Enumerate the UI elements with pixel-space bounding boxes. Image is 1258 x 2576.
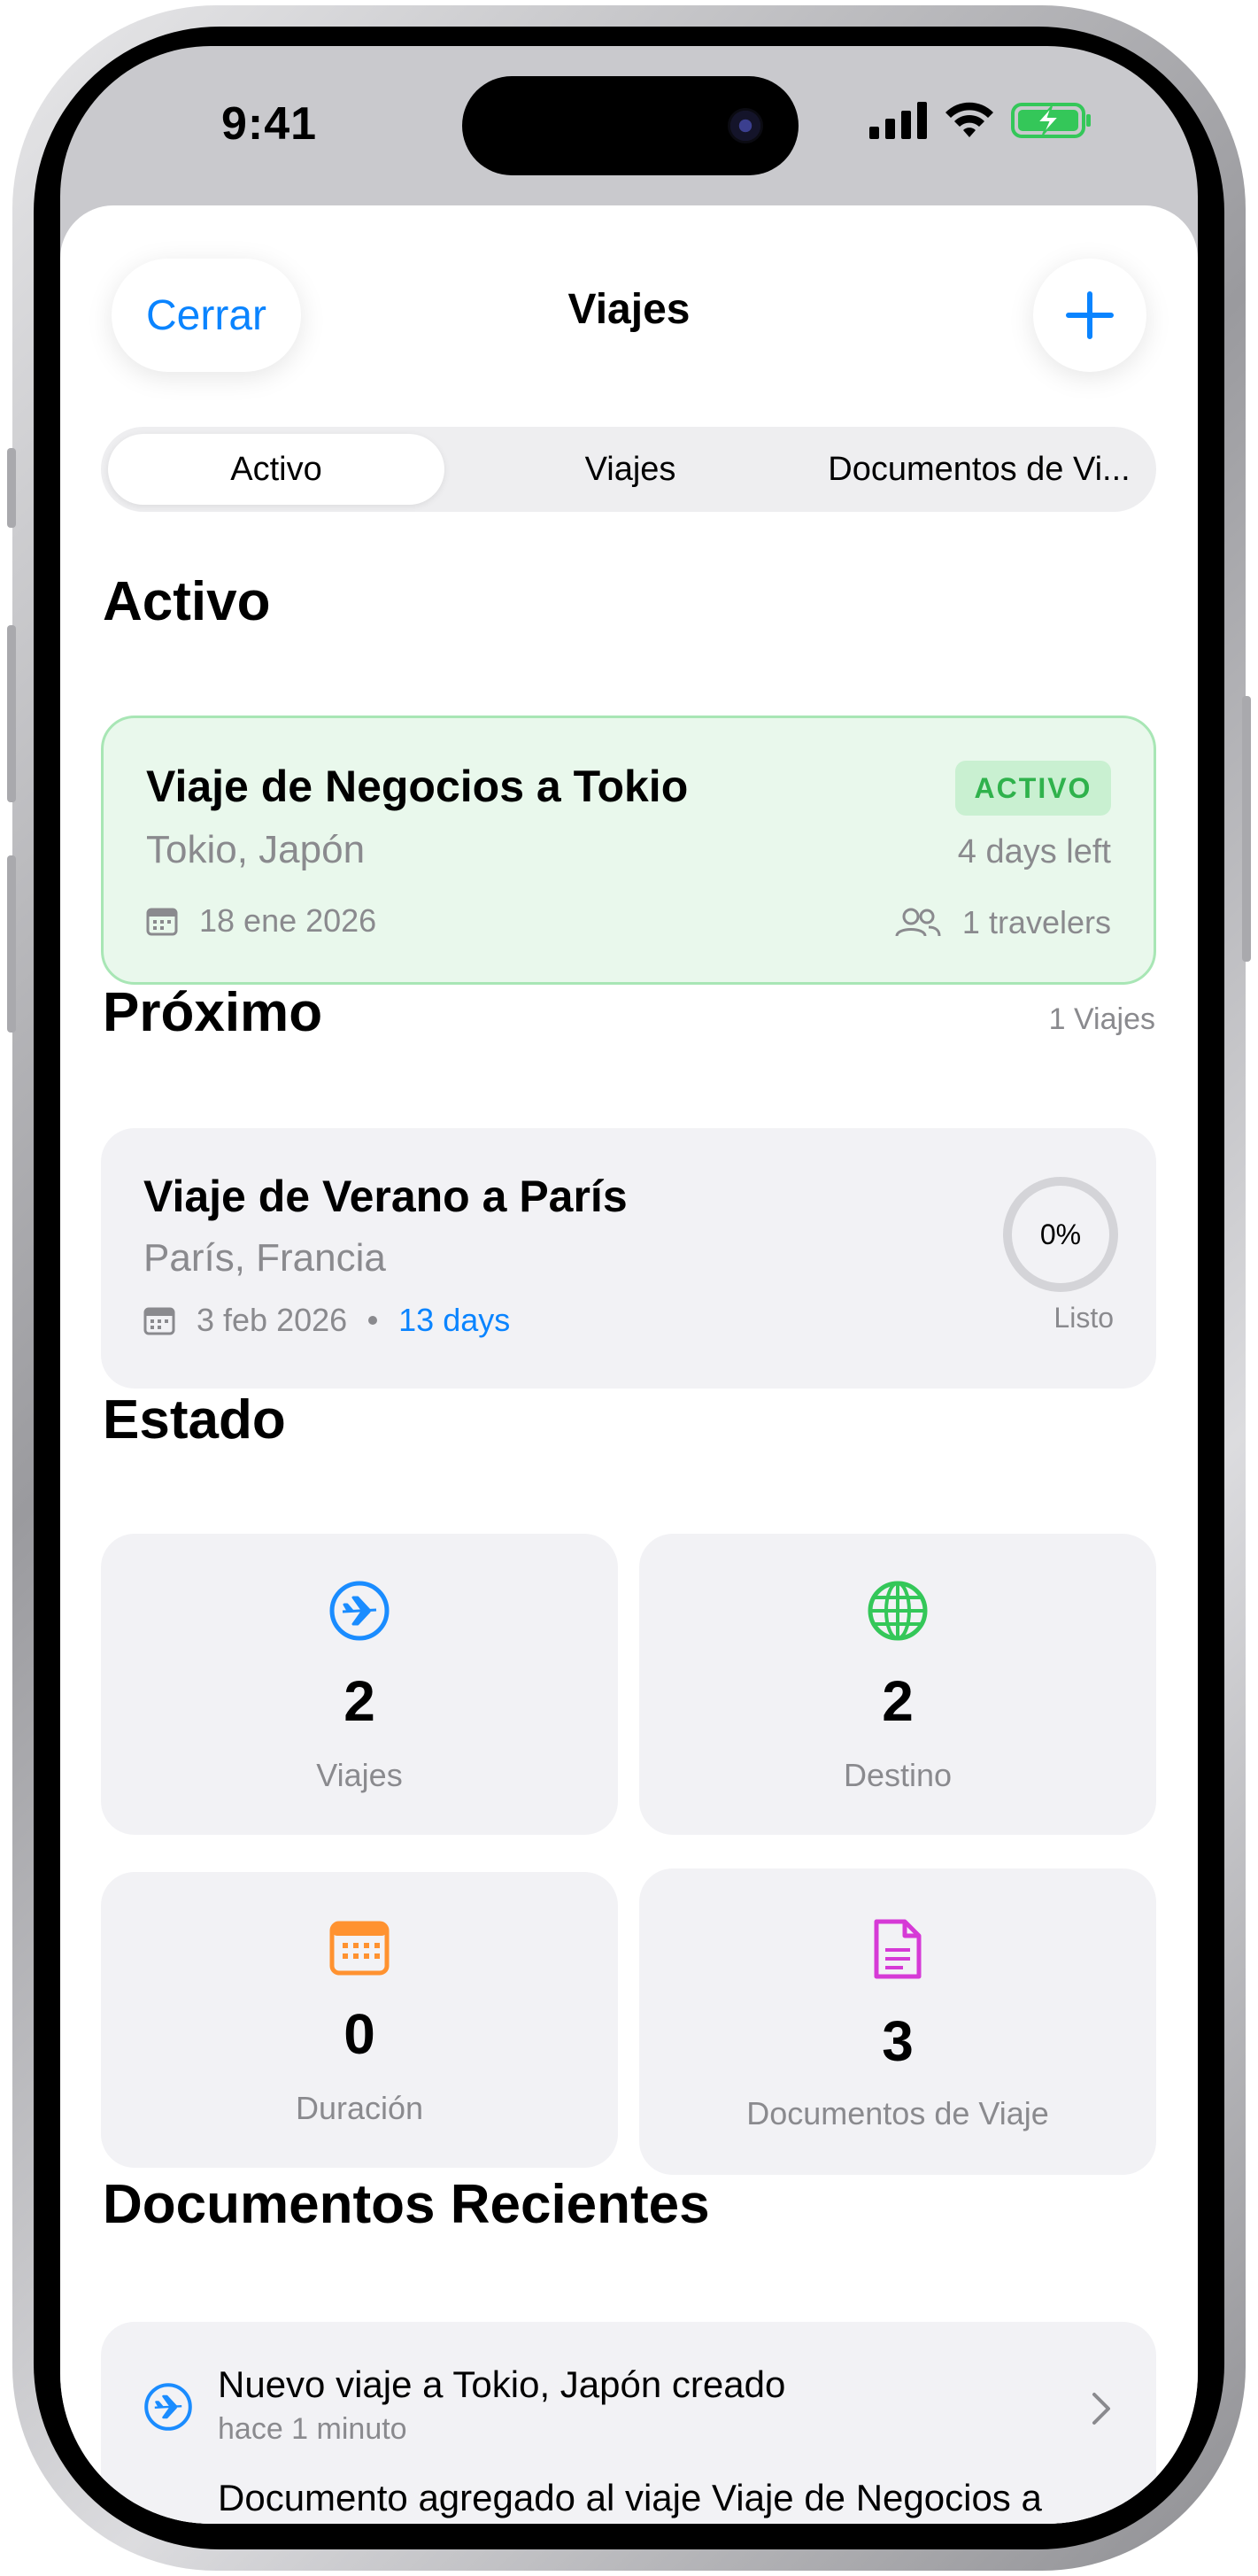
page-title: Viajes bbox=[567, 286, 691, 333]
document-icon bbox=[874, 1919, 922, 1979]
separator-dot bbox=[368, 1316, 378, 1325]
volume-down-button bbox=[7, 855, 16, 1033]
trip-date: 3 feb 2026 bbox=[197, 1302, 348, 1338]
section-title-proximo: Próximo bbox=[103, 982, 323, 1043]
section-title-estado: Estado bbox=[103, 1389, 286, 1450]
stat-label: Duración bbox=[295, 2090, 424, 2126]
stat-label: Documentos de Viaje bbox=[746, 2095, 1049, 2131]
wifi-icon bbox=[945, 102, 993, 137]
stat-card-viajes[interactable]: 2 Viajes bbox=[101, 1534, 618, 1835]
list-item[interactable]: Nuevo viaje a Tokio, Japón creado hace 1… bbox=[101, 2322, 1156, 2446]
recent-activity-list: Nuevo viaje a Tokio, Japón creado hace 1… bbox=[101, 2322, 1156, 2524]
stat-icon-wrap bbox=[101, 1918, 618, 1982]
recent-item-time: hace 1 minuto bbox=[218, 2412, 407, 2446]
stat-card-destino[interactable]: 2 Destino bbox=[639, 1534, 1156, 1835]
calendar-icon bbox=[143, 1307, 175, 1335]
travelers-row: 1 travelers bbox=[895, 904, 1111, 941]
trip-location: Tokio, Japón bbox=[146, 828, 366, 871]
stat-icon-wrap bbox=[639, 1580, 1156, 1644]
add-trip-button[interactable] bbox=[1033, 259, 1146, 372]
tab-viajes[interactable]: Viajes bbox=[462, 434, 799, 505]
chevron-right-icon bbox=[1092, 2393, 1110, 2425]
trip-name: Viaje de Verano a París bbox=[143, 1172, 628, 1221]
section-title-documentos-recientes: Documentos Recientes bbox=[103, 2174, 710, 2235]
active-trip-card[interactable]: Viaje de Negocios a Tokio Tokio, Japón A… bbox=[101, 716, 1156, 985]
status-icons bbox=[869, 101, 1092, 140]
trip-date: 18 ene 2026 bbox=[199, 902, 377, 939]
tab-documentos[interactable]: Documentos de Vi... bbox=[809, 434, 1149, 505]
silent-switch bbox=[7, 448, 16, 528]
trip-location: París, Francia bbox=[143, 1236, 386, 1280]
stat-icon-wrap bbox=[639, 1918, 1156, 1982]
status-time: 9:41 bbox=[221, 98, 318, 150]
screen: 9:41 Cerrar Viajes Activo Viajes Documen… bbox=[60, 46, 1198, 2524]
section-title-activo: Activo bbox=[103, 571, 271, 632]
recent-item-title: Documento agregado al viaje Viaje de Neg… bbox=[218, 2477, 1042, 2518]
stat-card-documentos[interactable]: 3 Documentos de Viaje bbox=[639, 1868, 1156, 2175]
stat-icon-wrap bbox=[101, 1580, 618, 1644]
battery-charging-icon bbox=[1011, 103, 1091, 138]
stat-value: 0 bbox=[343, 2002, 375, 2066]
cellular-signal-icon bbox=[869, 102, 927, 139]
days-left: 4 days left bbox=[957, 833, 1111, 870]
days-until: 13 days bbox=[398, 1302, 511, 1338]
status-badge: ACTIVO bbox=[955, 761, 1111, 816]
stat-value: 2 bbox=[882, 1669, 914, 1733]
trip-name: Viaje de Negocios a Tokio bbox=[146, 762, 689, 811]
dynamic-island bbox=[462, 76, 799, 175]
volume-up-button bbox=[7, 625, 16, 802]
airplane-icon bbox=[329, 1581, 390, 1641]
stat-label: Destino bbox=[843, 1757, 953, 1793]
stat-value: 3 bbox=[882, 2009, 914, 2073]
airplane-icon bbox=[144, 2383, 192, 2431]
globe-icon bbox=[868, 1581, 928, 1641]
stat-label: Viajes bbox=[316, 1757, 403, 1793]
plus-icon bbox=[1066, 291, 1114, 339]
progress-percent: 0% bbox=[1039, 1218, 1082, 1250]
tab-bar: Activo Viajes Documentos de Vi... bbox=[101, 427, 1156, 512]
trips-sheet: Cerrar Viajes Activo Viajes Documentos d… bbox=[60, 205, 1198, 2524]
stat-card-duracion[interactable]: 0 Duración bbox=[101, 1872, 618, 2168]
calendar-icon bbox=[146, 908, 178, 936]
front-camera-icon bbox=[728, 108, 763, 143]
trip-date-row: 18 ene 2026 bbox=[146, 902, 376, 940]
list-item[interactable]: Documento agregado al viaje Viaje de Neg… bbox=[101, 2467, 1156, 2524]
trip-date-row: 3 feb 2026 13 days bbox=[143, 1302, 510, 1339]
calendar-icon bbox=[329, 1921, 390, 1976]
progress-status: Listo bbox=[1053, 1302, 1114, 1334]
power-button bbox=[1242, 696, 1251, 962]
tab-activo[interactable]: Activo bbox=[108, 434, 444, 505]
recent-item-title: Nuevo viaje a Tokio, Japón creado bbox=[218, 2363, 786, 2405]
upcoming-count: 1 Viajes bbox=[1048, 1002, 1155, 1036]
status-bar: 9:41 bbox=[60, 46, 1198, 205]
people-icon bbox=[895, 908, 941, 937]
stat-value: 2 bbox=[343, 1669, 375, 1733]
upcoming-trip-card[interactable]: Viaje de Verano a París París, Francia 3… bbox=[101, 1128, 1156, 1389]
travelers-count: 1 travelers bbox=[961, 904, 1111, 940]
